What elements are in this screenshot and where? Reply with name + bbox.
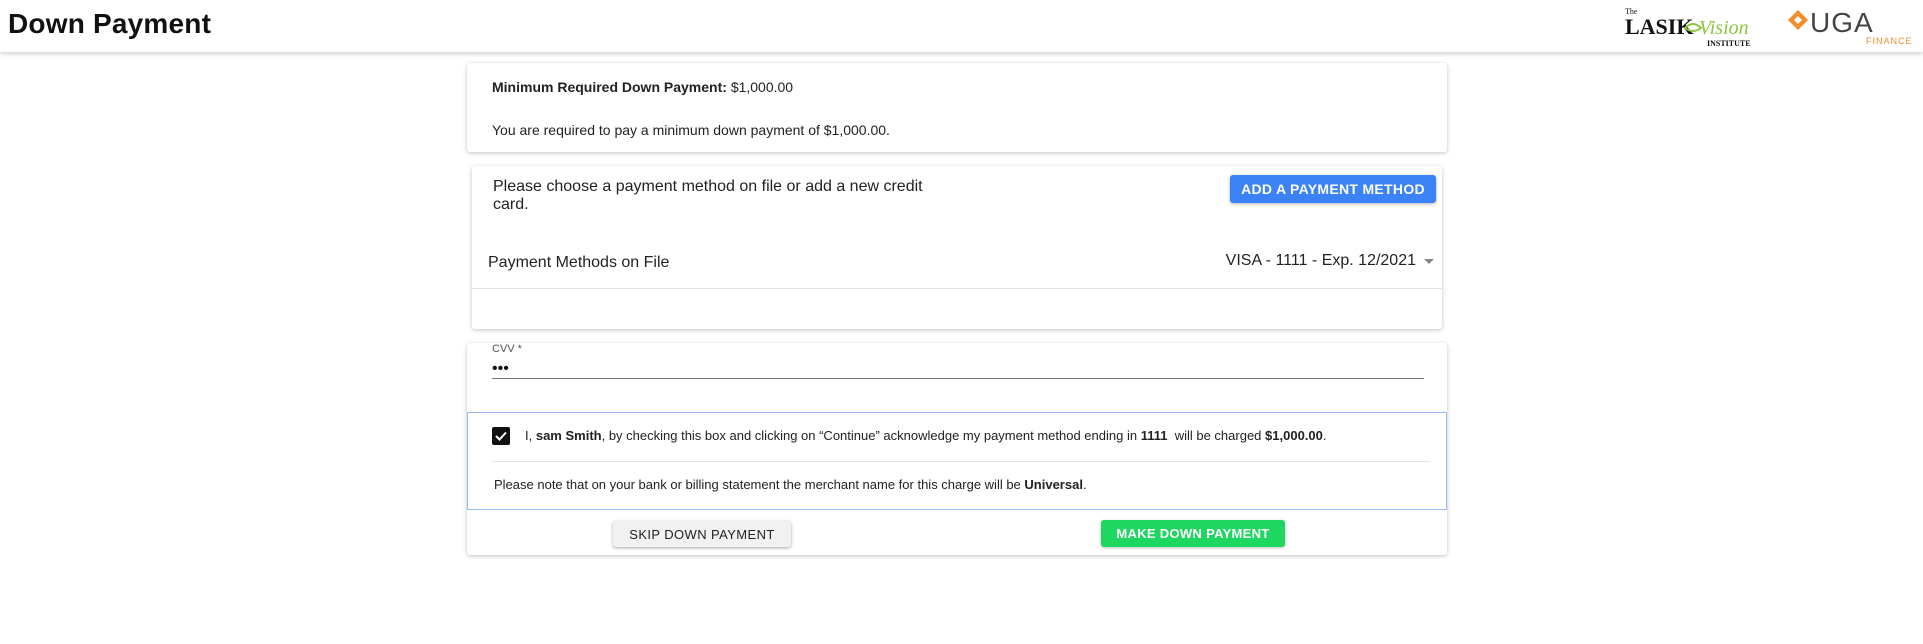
checkmark-icon — [495, 431, 507, 441]
payment-method-select[interactable]: VISA - 1111 - Exp. 12/2021 — [1192, 252, 1436, 274]
cvv-input[interactable] — [492, 359, 1424, 379]
consent-amount: $1,000.00 — [1265, 428, 1323, 443]
consent-text: I, sam Smith, by checking this box and c… — [525, 428, 1327, 443]
merchant-note-text: Please note that on your bank or billing… — [494, 477, 1087, 492]
logo-lasik-institute: INSTITUTE — [1707, 39, 1751, 48]
app-header: Down Payment The LASIK Vision INSTITUTE … — [0, 0, 1923, 52]
merchant-name: Universal — [1024, 477, 1083, 492]
merchant-suffix: . — [1082, 477, 1087, 492]
consent-checkbox[interactable] — [492, 427, 510, 445]
uga-finance-logo: UGA FINANCE — [1788, 7, 1913, 46]
payment-method-card: Please choose a payment method on file o… — [472, 166, 1442, 329]
minimum-required-value: $1,000.00 — [730, 79, 794, 95]
payment-instruction-text: Please choose a payment method on file o… — [493, 178, 923, 213]
consent-section: I, sam Smith, by checking this box and c… — [467, 412, 1447, 510]
required-payment-text: You are required to pay a minimum down p… — [492, 122, 890, 138]
cvv-label: CVV * — [492, 343, 522, 355]
logo-uga-word: UGA — [1810, 7, 1874, 38]
consent-middle: , by checking this box and clicking on “… — [601, 428, 1141, 443]
consent-divider — [492, 461, 1430, 462]
down-payment-summary-card: Minimum Required Down Payment: $1,000.00… — [467, 63, 1447, 152]
logo-lasik-word: LASIK — [1625, 14, 1693, 39]
merchant-prefix: Please note that on your bank or billing… — [494, 477, 1025, 492]
selected-payment-method: VISA - 1111 - Exp. 12/2021 — [1225, 252, 1416, 269]
minimum-required-label: Minimum Required Down Payment: — [492, 79, 727, 95]
lasik-vision-institute-logo: The LASIK Vision INSTITUTE — [1625, 7, 1751, 48]
logo-uga-finance: FINANCE — [1866, 36, 1913, 46]
logo-lasik-vision: Vision — [1699, 17, 1749, 39]
chevron-down-icon — [1424, 259, 1434, 264]
skip-down-payment-button[interactable]: SKIP DOWN PAYMENT — [613, 521, 791, 547]
payment-confirmation-card: CVV * I, sam Smith, by checking this box… — [467, 343, 1447, 555]
add-payment-method-button[interactable]: ADD A PAYMENT METHOD — [1230, 175, 1436, 203]
consent-last4: 1111 — [1140, 428, 1168, 443]
make-down-payment-button[interactable]: MAKE DOWN PAYMENT — [1101, 520, 1285, 547]
consent-prefix: I, — [525, 428, 536, 443]
minimum-required-line: Minimum Required Down Payment: $1,000.00 — [492, 79, 793, 95]
divider — [472, 288, 1442, 289]
page-title: Down Payment — [8, 8, 212, 39]
consent-charged-text: will be charged — [1167, 428, 1266, 443]
payment-methods-label: Payment Methods on File — [488, 254, 670, 271]
consent-customer-name: sam Smith — [535, 428, 602, 443]
consent-period: . — [1322, 428, 1327, 443]
